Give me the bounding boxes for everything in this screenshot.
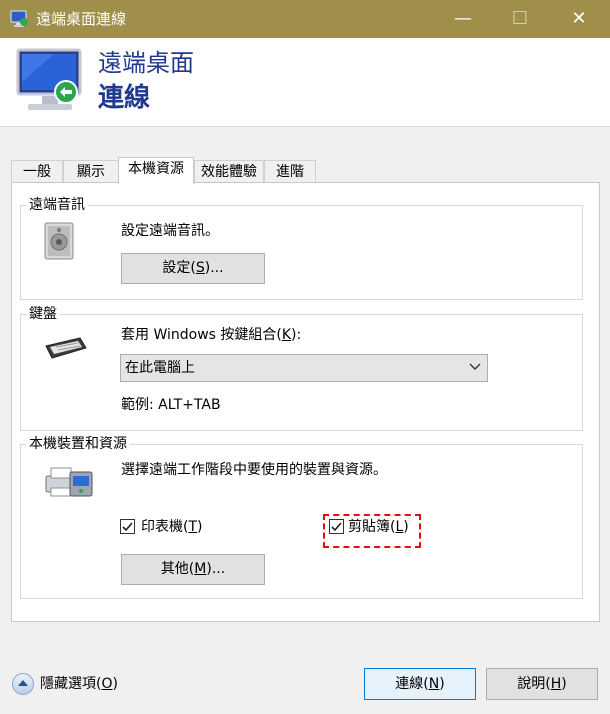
remote-audio-group-title: 遠端音訊 bbox=[26, 196, 88, 214]
printers-label-pre: 印表機( bbox=[141, 519, 189, 535]
window-title: 遠端桌面連線 bbox=[36, 10, 127, 28]
tab-general[interactable]: 一般 bbox=[11, 160, 63, 183]
audio-settings-label-post: )... bbox=[204, 260, 224, 276]
keyboard-example-text: 範例: ALT+TAB bbox=[121, 397, 221, 413]
connect-accesskey: N bbox=[428, 676, 440, 692]
close-button[interactable]: ✕ bbox=[556, 0, 602, 38]
keyboard-icon bbox=[44, 336, 88, 360]
help-accesskey: H bbox=[550, 676, 562, 692]
key-combination-accesskey: K bbox=[281, 327, 292, 343]
devices-description: 選擇遠端工作階段中要使用的裝置與資源。 bbox=[121, 462, 387, 478]
more-label-pre: 其他( bbox=[160, 561, 195, 577]
keyboard-group-title: 鍵盤 bbox=[26, 305, 60, 323]
local-devices-group-title: 本機裝置和資源 bbox=[26, 435, 130, 453]
key-combination-label-post: ): bbox=[291, 327, 302, 343]
tab-display[interactable]: 顯示 bbox=[63, 160, 119, 183]
remote-desktop-app-icon bbox=[10, 9, 30, 29]
key-combination-label: 套用 Windows 按鍵組合(K): bbox=[121, 326, 301, 344]
key-combination-dropdown[interactable]: 在此電腦上 bbox=[120, 354, 488, 382]
header-title-line1: 遠端桌面 bbox=[98, 49, 194, 77]
minimize-button[interactable]: — bbox=[440, 0, 486, 38]
more-accesskey: M bbox=[194, 561, 207, 577]
connect-label-pre: 連線( bbox=[395, 676, 429, 692]
tab-local-resources[interactable]: 本機資源 bbox=[118, 157, 194, 184]
printers-checkbox[interactable] bbox=[120, 519, 135, 534]
audio-description: 設定遠端音訊。 bbox=[121, 223, 219, 239]
connect-label-post: ) bbox=[439, 676, 445, 692]
tab-advanced[interactable]: 進階 bbox=[264, 160, 316, 183]
help-label-pre: 說明( bbox=[517, 676, 551, 692]
chevron-down-icon bbox=[469, 357, 481, 380]
printers-label-post: ) bbox=[197, 519, 203, 535]
remote-desktop-monitor-icon bbox=[14, 46, 90, 116]
audio-settings-label-pre: 設定( bbox=[162, 260, 196, 276]
audio-settings-accesskey: S bbox=[195, 260, 205, 276]
maximize-button[interactable]: ☐ bbox=[497, 0, 543, 38]
devices-printer-icon bbox=[42, 464, 94, 500]
more-label-post: )... bbox=[206, 561, 226, 577]
speaker-icon bbox=[44, 222, 74, 260]
hide-options-accesskey: O bbox=[101, 676, 113, 692]
help-button[interactable]: 說明(H) bbox=[486, 668, 598, 700]
hide-options-post: ) bbox=[112, 676, 118, 692]
clipboard-highlight-box bbox=[323, 514, 421, 548]
help-label-post: ) bbox=[561, 676, 567, 692]
collapse-options-icon[interactable] bbox=[12, 673, 34, 695]
tab-experience[interactable]: 效能體驗 bbox=[194, 160, 264, 183]
remote-audio-group bbox=[20, 205, 583, 300]
hide-options-link[interactable]: 隱藏選項(O) bbox=[40, 675, 118, 693]
audio-settings-button[interactable]: 設定(S)... bbox=[121, 253, 265, 284]
dropdown-selected-value: 在此電腦上 bbox=[125, 360, 195, 376]
header-title-line2: 連線 bbox=[98, 83, 151, 113]
key-combination-label-pre: 套用 Windows 按鍵組合( bbox=[121, 327, 282, 343]
connect-button[interactable]: 連線(N) bbox=[364, 668, 476, 700]
printers-accesskey: T bbox=[188, 519, 198, 535]
banner-header bbox=[0, 38, 610, 127]
hide-options-pre: 隱藏選項( bbox=[40, 676, 102, 692]
more-devices-button[interactable]: 其他(M)... bbox=[121, 554, 265, 585]
printers-checkbox-label: 印表機(T) bbox=[141, 518, 203, 536]
